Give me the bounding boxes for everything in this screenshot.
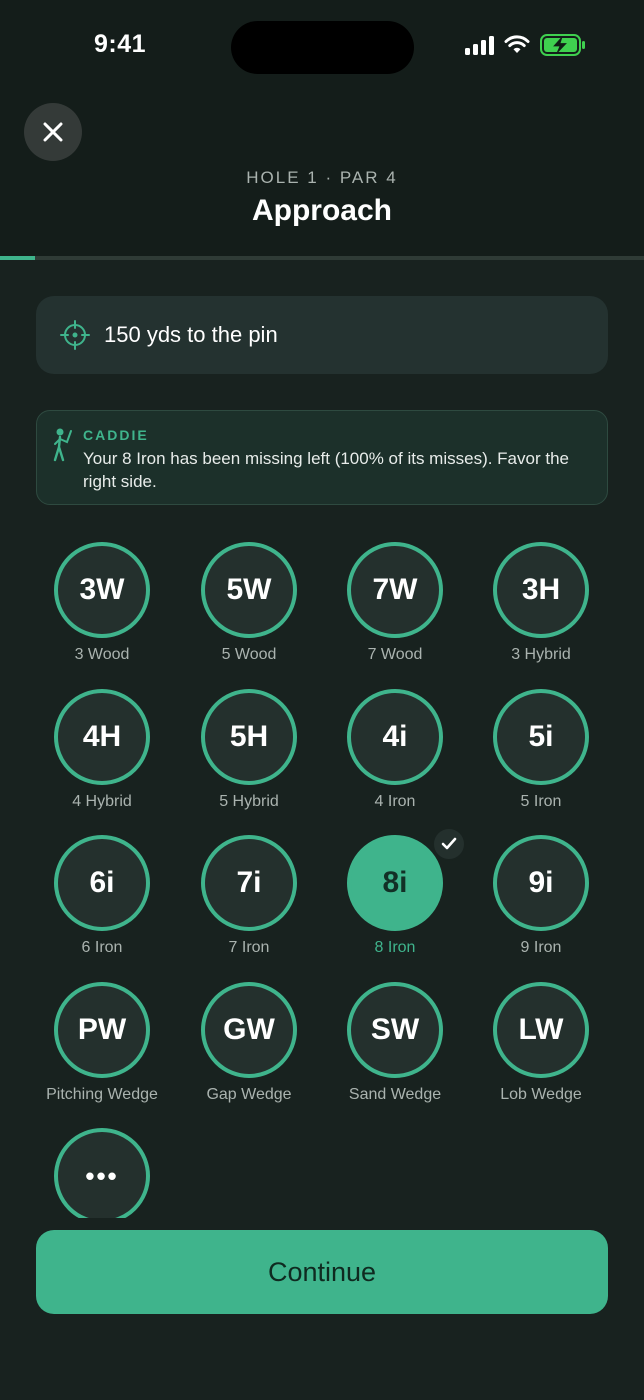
- club-option-sw[interactable]: SW Sand Wedge: [320, 982, 470, 1122]
- club-option-6i[interactable]: 6i 6 Iron: [27, 835, 177, 975]
- club-abbr: 6i: [54, 835, 150, 931]
- club-option-5i[interactable]: 5i 5 Iron: [466, 689, 616, 829]
- close-button[interactable]: [24, 103, 82, 161]
- wifi-icon: [504, 35, 530, 55]
- progress-fill: [0, 256, 36, 260]
- club-name: 4 Hybrid: [72, 793, 132, 810]
- club-name: 5 Wood: [221, 646, 277, 663]
- club-abbr: 8i: [347, 835, 443, 931]
- club-abbr: 5i: [493, 689, 589, 785]
- club-option-4h[interactable]: 4H 4 Hybrid: [27, 689, 177, 829]
- club-option-7w[interactable]: 7W 7 Wood: [320, 542, 470, 682]
- club-name: 4 Iron: [374, 793, 416, 810]
- club-abbr: 4H: [54, 689, 150, 785]
- selected-check-badge: [432, 827, 466, 861]
- club-option-gw[interactable]: GW Gap Wedge: [174, 982, 324, 1122]
- club-option-pw[interactable]: PW Pitching Wedge: [27, 982, 177, 1122]
- continue-button[interactable]: Continue: [36, 1230, 608, 1314]
- club-grid-scroll-clip: •••: [0, 1122, 644, 1218]
- club-name: Lob Wedge: [500, 1086, 582, 1103]
- club-name: Sand Wedge: [348, 1086, 442, 1103]
- status-icons: [465, 34, 586, 56]
- club-name: Pitching Wedge: [46, 1086, 158, 1103]
- club-abbr: 4i: [347, 689, 443, 785]
- crosshair-icon: [60, 320, 90, 350]
- more-clubs-circle: •••: [54, 1128, 150, 1218]
- club-abbr: 3W: [54, 542, 150, 638]
- club-abbr: 5H: [201, 689, 297, 785]
- club-abbr: 7i: [201, 835, 297, 931]
- club-name: 5 Hybrid: [219, 793, 279, 810]
- approach-screen: 9:41 HOLE 1 · PAR 4 Approach 150 yds to …: [0, 0, 644, 1400]
- club-option-lw[interactable]: LW Lob Wedge: [466, 982, 616, 1122]
- close-icon: [43, 122, 63, 142]
- club-name: 3 Hybrid: [511, 646, 571, 663]
- club-name: 8 Iron: [374, 939, 416, 956]
- status-bar: 9:41: [0, 0, 644, 96]
- club-name: 5 Iron: [520, 793, 562, 810]
- club-abbr: GW: [201, 982, 297, 1078]
- status-time: 9:41: [94, 30, 147, 58]
- club-option-3w[interactable]: 3W 3 Wood: [27, 542, 177, 682]
- club-name: 9 Iron: [520, 939, 562, 956]
- distance-text: 150 yds to the pin: [104, 322, 278, 347]
- club-abbr: SW: [347, 982, 443, 1078]
- club-name: 3 Wood: [74, 646, 130, 663]
- caddie-label: CADDIE: [83, 427, 149, 443]
- club-option-8i[interactable]: 8i 8 Iron: [320, 827, 470, 975]
- battery-charging-icon: [540, 34, 586, 56]
- distance-card: 150 yds to the pin: [36, 296, 608, 374]
- club-abbr: 3H: [493, 542, 589, 638]
- club-option-5h[interactable]: 5H 5 Hybrid: [174, 689, 324, 829]
- dynamic-island: [231, 21, 414, 74]
- caddie-message: Your 8 Iron has been missing left (100% …: [83, 449, 569, 491]
- club-option-9i[interactable]: 9i 9 Iron: [466, 835, 616, 975]
- club-abbr: PW: [54, 982, 150, 1078]
- check-icon: [441, 837, 457, 850]
- club-abbr: LW: [493, 982, 589, 1078]
- golfer-icon: [53, 428, 72, 462]
- club-option-5w[interactable]: 5W 5 Wood: [174, 542, 324, 682]
- caddie-tip-card: CADDIE Your 8 Iron has been missing left…: [36, 410, 608, 505]
- club-abbr: 7W: [347, 542, 443, 638]
- club-name: Gap Wedge: [206, 1086, 292, 1103]
- club-name: 7 Wood: [367, 646, 423, 663]
- more-clubs-button[interactable]: •••: [27, 1128, 177, 1218]
- club-name: 7 Iron: [228, 939, 270, 956]
- club-name: 6 Iron: [81, 939, 123, 956]
- club-option-7i[interactable]: 7i 7 Iron: [174, 835, 324, 975]
- club-option-4i[interactable]: 4i 4 Iron: [320, 689, 470, 829]
- club-abbr: 5W: [201, 542, 297, 638]
- progress-bar: [0, 256, 644, 260]
- club-option-3h[interactable]: 3H 3 Hybrid: [466, 542, 616, 682]
- page-title: Approach: [251, 194, 392, 227]
- hole-subtitle: HOLE 1 · PAR 4: [246, 168, 398, 187]
- signal-icon: [465, 35, 494, 55]
- club-abbr: 9i: [493, 835, 589, 931]
